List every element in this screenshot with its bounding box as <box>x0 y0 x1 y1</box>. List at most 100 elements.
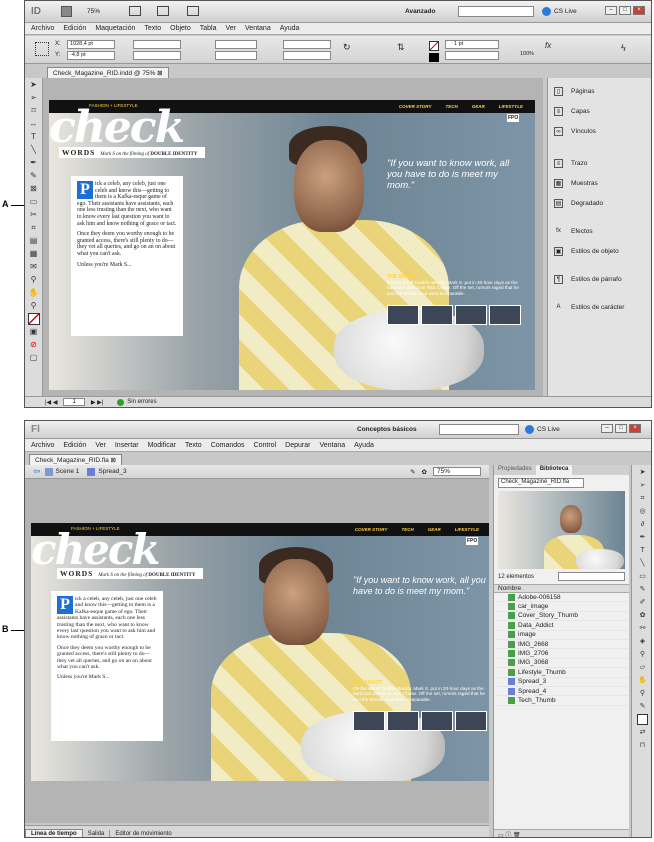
flash-close-tab-icon[interactable]: ⊠ <box>111 457 116 464</box>
pencil-tool-icon[interactable]: ✎ <box>28 170 40 182</box>
flash-subselection-tool-icon[interactable]: ➢ <box>637 480 648 491</box>
panel-estilos-objeto[interactable]: ▣ Estilos de objeto <box>548 244 651 258</box>
menu-ver[interactable]: Ver <box>226 25 237 32</box>
panel-estilos-caracter[interactable]: A Estilos de carácter <box>548 300 651 314</box>
flash-pen-tool-icon[interactable]: ✒ <box>637 532 648 543</box>
flip-icon[interactable]: ⇅ <box>397 42 405 53</box>
panel-muestras[interactable]: ▦ Muestras <box>548 176 651 190</box>
properties-icon[interactable]: ⓘ <box>505 833 511 837</box>
note-tool-icon[interactable]: ✉ <box>28 261 40 273</box>
close-tab-icon[interactable]: ⊠ <box>157 70 162 77</box>
effects-icon[interactable]: fx <box>545 41 551 50</box>
rectangle-frame-tool-icon[interactable]: ⊠ <box>28 183 40 195</box>
flash-zoom-tool-icon[interactable]: ⚲ <box>637 688 648 699</box>
library-item[interactable]: IMG_3068 <box>494 659 629 669</box>
panel-efectos[interactable]: fx Efectos <box>548 224 651 238</box>
width-field[interactable] <box>133 40 181 49</box>
cs-live-label[interactable]: CS Live <box>554 8 577 15</box>
flash-close-button[interactable]: × <box>629 424 641 433</box>
gradient-feather-tool-icon[interactable]: ▦ <box>28 248 40 260</box>
panel-paginas[interactable]: ▯ Páginas <box>548 84 651 98</box>
selection-tool-icon[interactable]: ➤ <box>28 79 40 91</box>
library-item[interactable]: Adobe-006158 <box>494 593 629 603</box>
menu-maquetacion[interactable]: Maquetación <box>95 25 135 32</box>
library-item[interactable]: IMG_2706 <box>494 649 629 659</box>
panel-vinculos[interactable]: ∞ Vínculos <box>548 124 651 138</box>
flash-3d-rotation-tool-icon[interactable]: ◎ <box>637 506 648 517</box>
shear-field[interactable] <box>283 51 331 60</box>
library-header[interactable]: Nombre <box>494 584 629 593</box>
indesign-canvas[interactable]: COVER STORY TECH GEAR LIFESTYLE FASHION … <box>43 78 543 396</box>
free-transform-tool-icon[interactable]: ⌗ <box>28 222 40 234</box>
flash-bone-tool-icon[interactable]: ⚯ <box>637 623 648 634</box>
flash-stroke-color-icon[interactable]: ✎ <box>637 701 648 712</box>
flash-brush-tool-icon[interactable]: ✐ <box>637 597 648 608</box>
rotate-icon[interactable]: ↻ <box>343 42 351 53</box>
library-item[interactable]: car_image <box>494 602 629 612</box>
fill-swatch[interactable] <box>429 41 439 51</box>
apply-none-icon[interactable]: ⊘ <box>28 339 40 351</box>
reference-point-icon[interactable] <box>35 42 49 56</box>
menu-edicion[interactable]: Edición <box>63 25 86 32</box>
maximize-button[interactable]: □ <box>619 6 631 15</box>
flash-eraser-tool-icon[interactable]: ▱ <box>637 662 648 673</box>
page-number-field[interactable]: 1 <box>63 398 85 406</box>
lightning-icon[interactable]: ϟ <box>621 43 626 53</box>
flash-hand-tool-icon[interactable]: ✋ <box>637 675 648 686</box>
hand-tool-icon[interactable]: ✋ <box>28 287 40 299</box>
edit-symbol-icon[interactable]: ✿ <box>422 468 427 476</box>
flash-menu-ver[interactable]: Ver <box>95 442 106 449</box>
flash-menu-archivo[interactable]: Archivo <box>31 442 54 449</box>
tab-propiedades[interactable]: Propiedades <box>494 465 536 475</box>
scale-x-field[interactable] <box>215 40 257 49</box>
library-item[interactable]: Tech_Thumb <box>494 696 629 706</box>
minimize-button[interactable]: – <box>605 6 617 15</box>
menu-ayuda[interactable]: Ayuda <box>280 25 300 32</box>
flash-snap-icon[interactable]: ⊓ <box>637 740 648 751</box>
scale-y-field[interactable] <box>215 51 257 60</box>
direct-selection-tool-icon[interactable]: ➢ <box>28 92 40 104</box>
next-page-icon[interactable]: ▶ ▶| <box>91 399 103 406</box>
eyedropper-tool-icon[interactable]: ⚲ <box>28 274 40 286</box>
pen-tool-icon[interactable]: ✒ <box>28 157 40 169</box>
flash-pencil-tool-icon[interactable]: ✎ <box>637 584 648 595</box>
flash-menu-ventana[interactable]: Ventana <box>319 442 345 449</box>
zoom-tool-icon[interactable]: ⚲ <box>28 300 40 312</box>
workspace-switcher[interactable]: Avanzado <box>405 8 435 15</box>
scissors-tool-icon[interactable]: ✂ <box>28 209 40 221</box>
flash-free-transform-tool-icon[interactable]: ⌗ <box>637 493 648 504</box>
fill-stroke-icon[interactable] <box>27 313 40 325</box>
menu-objeto[interactable]: Objeto <box>170 25 191 32</box>
type-tool-icon[interactable]: T <box>28 131 40 143</box>
flash-menu-ayuda[interactable]: Ayuda <box>354 442 374 449</box>
cs-live-icon[interactable] <box>542 7 551 16</box>
flash-lasso-tool-icon[interactable]: ∂ <box>637 519 648 530</box>
rotate-field[interactable] <box>283 40 331 49</box>
close-button[interactable]: × <box>633 6 645 15</box>
opacity-field[interactable]: 100% <box>520 51 534 57</box>
library-item[interactable]: Data_Addict <box>494 621 629 631</box>
flash-menu-edicion[interactable]: Edición <box>63 442 86 449</box>
arrange-icon[interactable] <box>187 6 199 16</box>
menu-ventana[interactable]: Ventana <box>245 25 271 32</box>
flash-document-tab[interactable]: Check_Magazine_RID.fla ⊠ <box>29 454 122 465</box>
trash-icon[interactable]: 🗑 <box>513 833 521 837</box>
panel-trazo[interactable]: ≡ Trazo <box>548 156 651 170</box>
panel-degradado[interactable]: ▤ Degradado <box>548 196 651 210</box>
library-item[interactable]: Spread_3 <box>494 678 629 687</box>
flash-stage[interactable]: COVER STORY TECH GEAR LIFESTYLE FASHION … <box>25 479 489 823</box>
flash-eyedropper-tool-icon[interactable]: ⚲ <box>637 649 648 660</box>
flash-maximize-button[interactable]: □ <box>615 424 627 433</box>
bridge-icon[interactable] <box>61 6 72 17</box>
flash-rectangle-tool-icon[interactable]: ▭ <box>637 571 648 582</box>
flash-cs-live-label[interactable]: CS Live <box>537 426 560 433</box>
panel-estilos-parrafo[interactable]: ¶ Estilos de párrafo <box>548 272 651 286</box>
flash-search-field[interactable] <box>439 424 519 435</box>
tab-linea-de-tiempo[interactable]: Línea de tiempo <box>25 829 83 837</box>
x-field[interactable]: 1028,4 pt <box>67 40 115 49</box>
flash-minimize-button[interactable]: – <box>601 424 613 433</box>
back-arrow-icon[interactable]: ⇦ <box>33 466 41 477</box>
panel-capas[interactable]: ≡ Capas <box>548 104 651 118</box>
flash-cs-live-icon[interactable] <box>525 425 534 434</box>
preflight-status[interactable]: Sin errores <box>127 399 156 405</box>
